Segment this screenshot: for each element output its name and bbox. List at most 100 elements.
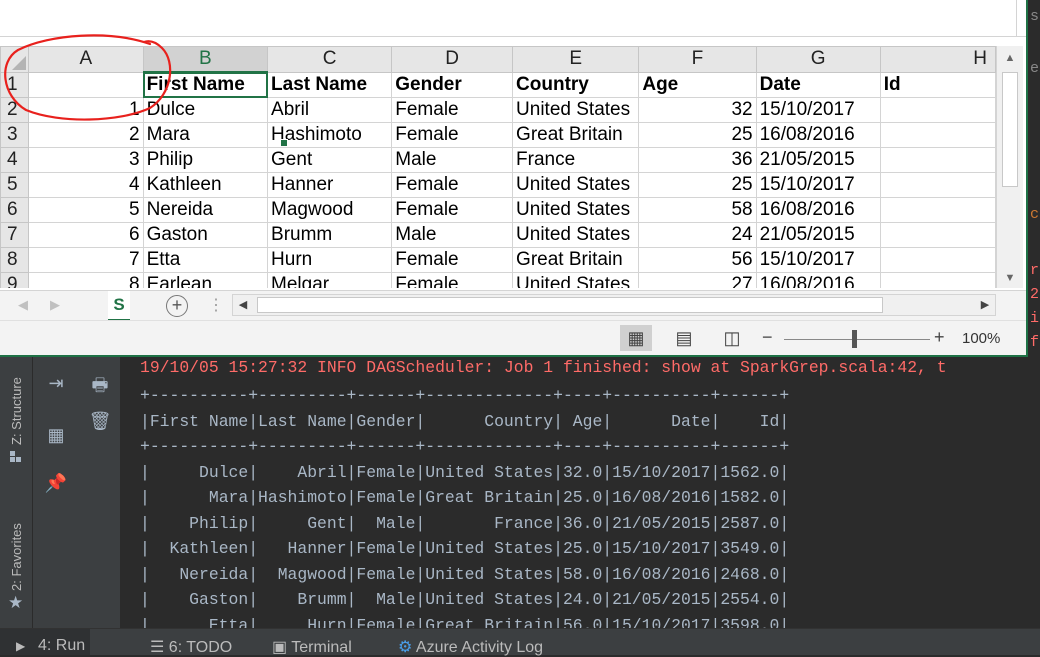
- cell[interactable]: 56: [638, 247, 757, 273]
- cell[interactable]: [28, 71, 144, 98]
- column-header[interactable]: D: [391, 46, 514, 73]
- trash-icon[interactable]: 🗑: [87, 411, 113, 432]
- column-header-selected[interactable]: B: [142, 46, 269, 73]
- cell[interactable]: Id: [879, 71, 996, 98]
- cell[interactable]: 16/08/2016: [755, 122, 881, 148]
- cell[interactable]: 3: [28, 147, 144, 173]
- cell[interactable]: Magwood: [267, 197, 393, 223]
- horizontal-scrollbar[interactable]: ◀ ▶: [232, 294, 996, 316]
- prev-sheet-icon[interactable]: ◀: [18, 297, 28, 313]
- login-icon[interactable]: ⇥: [43, 373, 69, 394]
- cell[interactable]: Date: [755, 71, 881, 98]
- cell[interactable]: 15/10/2017: [755, 172, 881, 198]
- page-layout-icon[interactable]: ▤: [668, 325, 700, 351]
- column-header[interactable]: A: [28, 46, 144, 73]
- row-header[interactable]: 9: [0, 272, 30, 288]
- cell[interactable]: 1: [28, 97, 144, 123]
- row-header[interactable]: 3: [0, 122, 30, 148]
- cell-active[interactable]: First Name: [142, 71, 269, 98]
- tab-run[interactable]: ▶ 4: Run: [0, 629, 90, 655]
- cell[interactable]: [879, 147, 996, 173]
- tab-todo[interactable]: ☰ 6: TODO: [150, 637, 232, 657]
- cell[interactable]: [879, 172, 996, 198]
- cell[interactable]: Nereida: [142, 197, 269, 223]
- cell[interactable]: United States: [512, 197, 640, 223]
- sheet-tab[interactable]: S: [108, 291, 130, 322]
- formula-bar-area[interactable]: [0, 0, 1026, 37]
- cell[interactable]: Abril: [267, 97, 393, 123]
- print-icon[interactable]: 🖶: [87, 373, 113, 403]
- cell[interactable]: 36: [638, 147, 757, 173]
- page-break-icon[interactable]: ◫: [716, 325, 748, 351]
- tab-azure-activity-log[interactable]: ⚙ Azure Activity Log: [398, 637, 543, 657]
- run-console[interactable]: 19/10/05 15:27:32 INFO DAGScheduler: Job…: [120, 355, 1040, 630]
- cell[interactable]: Philip: [142, 147, 269, 173]
- scrollbar-thumb[interactable]: [1002, 72, 1018, 187]
- cell[interactable]: United States: [512, 97, 640, 123]
- cell[interactable]: 6: [28, 222, 144, 248]
- cell[interactable]: 7: [28, 247, 144, 273]
- cell[interactable]: Gender: [391, 71, 514, 98]
- row-header[interactable]: 8: [0, 247, 30, 273]
- cell[interactable]: 21/05/2015: [755, 147, 881, 173]
- cell[interactable]: Last Name: [267, 71, 393, 98]
- cell[interactable]: Dulce: [142, 97, 269, 123]
- cell[interactable]: 32: [638, 97, 757, 123]
- cell[interactable]: 58: [638, 197, 757, 223]
- column-header[interactable]: C: [267, 46, 393, 73]
- cell[interactable]: Female: [391, 247, 514, 273]
- row-header[interactable]: 5: [0, 172, 30, 198]
- column-header[interactable]: E: [512, 46, 640, 73]
- scroll-up-icon[interactable]: ▲: [997, 48, 1023, 68]
- cell[interactable]: 16/08/2016: [755, 197, 881, 223]
- cell[interactable]: Male: [391, 147, 514, 173]
- cell[interactable]: [879, 122, 996, 148]
- cell[interactable]: Female: [391, 272, 514, 288]
- column-header[interactable]: G: [755, 46, 881, 73]
- zoom-in-button[interactable]: +: [934, 327, 945, 348]
- cell[interactable]: 27: [638, 272, 757, 288]
- cell[interactable]: 4: [28, 172, 144, 198]
- cell[interactable]: 21/05/2015: [755, 222, 881, 248]
- cell[interactable]: 16/08/2016: [755, 272, 881, 288]
- cell[interactable]: Age: [638, 71, 757, 98]
- cell[interactable]: 5: [28, 197, 144, 223]
- cell[interactable]: Hurn: [267, 247, 393, 273]
- worksheet-grid[interactable]: A B C D E F G H 1 First Name Last Name G…: [0, 46, 996, 288]
- row-header[interactable]: 7: [0, 222, 30, 248]
- cell[interactable]: Great Britain: [512, 122, 640, 148]
- cell[interactable]: France: [512, 147, 640, 173]
- cell[interactable]: 25: [638, 172, 757, 198]
- tab-terminal[interactable]: ▣ Terminal: [272, 637, 352, 657]
- cell[interactable]: Female: [391, 97, 514, 123]
- cell[interactable]: [879, 272, 996, 288]
- cell[interactable]: 24: [638, 222, 757, 248]
- column-header[interactable]: H: [879, 46, 996, 73]
- scroll-left-icon[interactable]: ◀: [233, 295, 253, 315]
- cell[interactable]: Earlean: [142, 272, 269, 288]
- cell[interactable]: Gaston: [142, 222, 269, 248]
- cell[interactable]: [879, 222, 996, 248]
- scrollbar-thumb[interactable]: [257, 297, 883, 313]
- cell[interactable]: 15/10/2017: [755, 97, 881, 123]
- cell[interactable]: Female: [391, 197, 514, 223]
- row-header[interactable]: 1: [0, 71, 30, 98]
- tab-splitter-icon[interactable]: ⋮: [208, 295, 224, 315]
- cell[interactable]: Female: [391, 122, 514, 148]
- row-header[interactable]: 6: [0, 197, 30, 223]
- vertical-scrollbar[interactable]: ▲ ▼: [996, 46, 1023, 288]
- normal-view-icon[interactable]: ▦: [620, 325, 652, 351]
- zoom-level[interactable]: 100%: [962, 330, 1000, 347]
- cell[interactable]: [879, 247, 996, 273]
- next-sheet-icon[interactable]: ▶: [50, 297, 60, 313]
- cell[interactable]: United States: [512, 172, 640, 198]
- zoom-slider[interactable]: [784, 339, 930, 340]
- cell[interactable]: United States: [512, 272, 640, 288]
- scroll-down-icon[interactable]: ▼: [997, 268, 1023, 288]
- cell[interactable]: Great Britain: [512, 247, 640, 273]
- cell[interactable]: Female: [391, 172, 514, 198]
- select-all-button[interactable]: [0, 46, 30, 73]
- row-header[interactable]: 4: [0, 147, 30, 173]
- pin-icon[interactable]: 📌: [43, 473, 69, 494]
- cell[interactable]: Male: [391, 222, 514, 248]
